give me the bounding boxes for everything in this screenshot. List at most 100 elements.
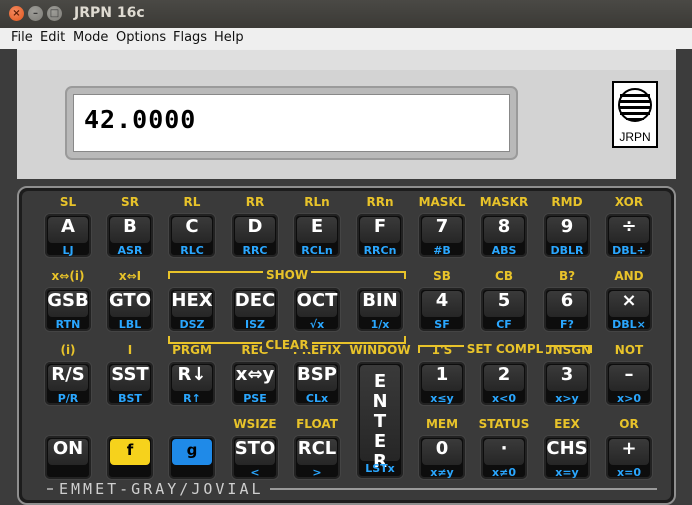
key-e-button[interactable]: E RCLn <box>293 213 341 258</box>
key-main-label: 3 <box>560 364 574 385</box>
key-d-button[interactable]: D RRC <box>231 213 279 258</box>
key-g-label: LJ <box>62 244 74 257</box>
key-6-button[interactable]: 6 F? <box>543 287 591 332</box>
key-r-s-button[interactable]: R/S P/R <box>44 361 92 406</box>
key-main-label: OCT <box>296 290 338 311</box>
set-compl-bracket-text: SET COMPL <box>463 342 547 356</box>
f-label-x-i: x⇔I <box>118 269 142 283</box>
key-sym-button[interactable]: + x=0 <box>605 435 653 480</box>
key-main-label: ON <box>52 438 84 459</box>
key-9-button[interactable]: 9 DBLR <box>543 213 591 258</box>
key-g-label: SF <box>434 318 450 331</box>
key-hex-button[interactable]: HEX DSZ <box>168 287 216 332</box>
key-4-button[interactable]: 4 SF <box>418 287 466 332</box>
key-7-button[interactable]: 7 #B <box>418 213 466 258</box>
display-panel-top <box>17 50 676 70</box>
f-label-i: (i) <box>60 343 76 357</box>
menu-file[interactable]: File <box>11 30 33 45</box>
key-1-button[interactable]: 1 x≤y <box>418 361 466 406</box>
key-enter-button[interactable]: E N T E R LSTx <box>356 361 404 479</box>
key-main-label: – <box>624 364 634 385</box>
key-g-label: PSE <box>243 392 267 405</box>
key-2-button[interactable]: 2 x<0 <box>480 361 528 406</box>
key-sym-button[interactable]: – x>0 <box>605 361 653 406</box>
key-main-label: B <box>123 216 137 237</box>
key-sym-button[interactable]: ÷ DBL÷ <box>605 213 653 258</box>
key-8-button[interactable]: 8 ABS <box>480 213 528 258</box>
key-sst-button[interactable]: SST BST <box>106 361 154 406</box>
key-main-label: D <box>247 216 263 237</box>
clear-bracket-text: CLEAR <box>262 338 312 352</box>
key-main-label: 8 <box>497 216 511 237</box>
key-5-button[interactable]: 5 CF <box>480 287 528 332</box>
key-b-button[interactable]: B ASR <box>106 213 154 258</box>
key-main-label: 6 <box>560 290 574 311</box>
key-sym-button[interactable]: · x≠0 <box>480 435 528 480</box>
key-sym-button[interactable]: × DBL× <box>605 287 653 332</box>
key-g-label: x<0 <box>492 392 516 405</box>
key-gto-button[interactable]: GTO LBL <box>106 287 154 332</box>
key-chs-button[interactable]: CHS x=y <box>543 435 591 480</box>
key-g-label: RRCn <box>363 244 397 257</box>
key-bsp-button[interactable]: BSP CLx <box>293 361 341 406</box>
f-label-sb: SB <box>433 269 451 283</box>
menu-help[interactable]: Help <box>214 30 244 45</box>
show-bracket: SHOW <box>168 268 406 282</box>
clear-bracket-label: CLEAR <box>170 334 404 353</box>
key-rcl-button[interactable]: RCL > <box>293 435 341 480</box>
key-main-label: R/S <box>51 364 85 385</box>
f-label-rl: RL <box>183 195 201 209</box>
key-main-label: 0 <box>435 438 449 459</box>
key-main-label: 1 <box>435 364 449 385</box>
key-0-button[interactable]: 0 x≠y <box>418 435 466 480</box>
key-main-label: GSB <box>47 290 89 311</box>
key-c-button[interactable]: C RLC <box>168 213 216 258</box>
key-g-label: RTN <box>55 318 81 331</box>
key-bin-button[interactable]: BIN 1/x <box>356 287 404 332</box>
key-f-button[interactable]: F RRCn <box>356 213 404 258</box>
key-x-y-button[interactable]: x⇔y PSE <box>231 361 279 406</box>
key-g-label: CF <box>496 318 512 331</box>
key-g-label: x>y <box>555 392 579 405</box>
clear-bracket: CLEAR <box>168 336 406 352</box>
key-g-button[interactable]: g <box>168 435 216 480</box>
key-main-label: STO <box>234 438 276 459</box>
jrpn-logo: JRPN <box>612 81 658 148</box>
key-g-label: ABS <box>491 244 517 257</box>
key-oct-button[interactable]: OCT √x <box>293 287 341 332</box>
key-gsb-button[interactable]: GSB RTN <box>44 287 92 332</box>
lcd-display: 42.0000 <box>73 94 510 152</box>
f-label-eex: EEX <box>554 417 580 431</box>
key-3-button[interactable]: 3 x>y <box>543 361 591 406</box>
menu-options[interactable]: Options <box>116 30 166 45</box>
key-g-label: LSTx <box>365 462 395 475</box>
f-label-xor: XOR <box>614 195 644 209</box>
close-icon[interactable]: × <box>9 6 24 21</box>
globe-logo-icon <box>618 88 652 122</box>
key-r-button[interactable]: R↓ R↑ <box>168 361 216 406</box>
key-dec-button[interactable]: DEC ISZ <box>231 287 279 332</box>
key-main-label: BIN <box>362 290 398 311</box>
key-main-label: E <box>310 216 324 237</box>
key-g-label: DBL× <box>612 318 646 331</box>
minimize-icon[interactable]: – <box>28 6 43 21</box>
key-g-label: ISZ <box>245 318 265 331</box>
menu-edit[interactable]: Edit <box>40 30 65 45</box>
menu-flags[interactable]: Flags <box>173 30 207 45</box>
f-label-maskr: MASKR <box>479 195 529 209</box>
key-g-label: RRC <box>242 244 268 257</box>
keypad-face: SL A LJ SR B ASR RL C RLC RR D RRC RLn E RCLn RRn F RRCn M… <box>22 191 671 500</box>
calculator-body: 42.0000 JRPN SL A LJ SR B ASR RL C RLC RR D RRC RLn E… <box>0 49 692 505</box>
key-sto-button[interactable]: STO < <box>231 435 279 480</box>
maximize-icon[interactable]: □ <box>47 6 62 21</box>
key-g-label: LBL <box>118 318 142 331</box>
display-value: 42.0000 <box>84 105 197 134</box>
f-label-rln: RLn <box>304 195 330 209</box>
key-g-label: DSZ <box>179 318 205 331</box>
f-label-mem: MEM <box>425 417 459 431</box>
key-f-button[interactable]: f <box>106 435 154 480</box>
key-main-label: g <box>186 441 198 459</box>
menu-mode[interactable]: Mode <box>73 30 108 45</box>
key-a-button[interactable]: A LJ <box>44 213 92 258</box>
key-on-button[interactable]: ON <box>44 435 92 480</box>
